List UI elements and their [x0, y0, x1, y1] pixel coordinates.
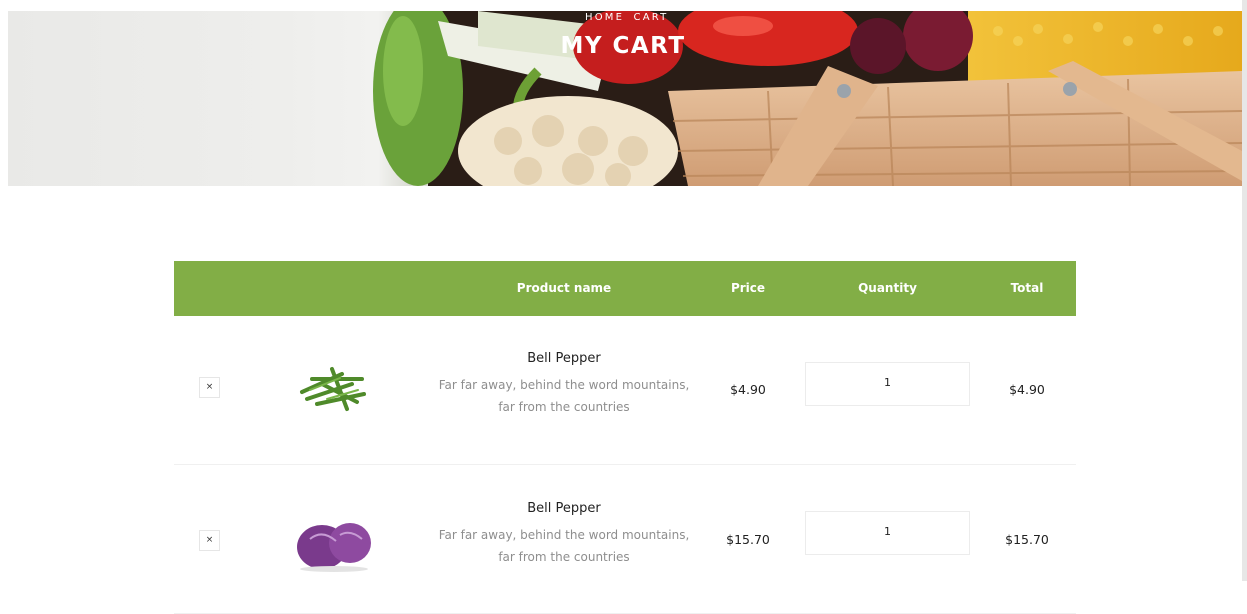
- green-beans-image: [300, 367, 366, 411]
- breadcrumb: HOME CART: [583, 12, 666, 23]
- product-description-line1: Far far away, behind the word mountains,: [438, 378, 690, 392]
- cart-table: Product name Price Quantity Total × Bell…: [174, 261, 1076, 614]
- breadcrumb-cart: CART: [633, 12, 669, 23]
- product-name: Bell Pepper: [527, 351, 601, 366]
- page-scrollbar[interactable]: [1242, 0, 1247, 581]
- scrollbar-thumb[interactable]: [1242, 0, 1247, 581]
- column-header-price: Price: [730, 281, 766, 295]
- product-name: Bell Pepper: [527, 501, 601, 516]
- product-description-line1: Far far away, behind the word mountains,: [438, 528, 690, 542]
- remove-item-button[interactable]: ×: [199, 377, 220, 398]
- table-row: × Bell Pepper Far far away, behind the w…: [174, 316, 1076, 465]
- table-header: Product name Price Quantity Total: [174, 261, 1076, 316]
- product-description-line2: far from the countries: [498, 550, 630, 564]
- product-total: $4.90: [1009, 382, 1045, 397]
- product-total: $15.70: [1005, 532, 1049, 547]
- quantity-input[interactable]: 1: [805, 511, 970, 555]
- page-title: MY CART: [560, 33, 686, 59]
- remove-item-button[interactable]: ×: [199, 530, 220, 551]
- product-price: $4.90: [730, 382, 766, 397]
- column-header-total: Total: [1010, 281, 1044, 295]
- column-header-quantity: Quantity: [858, 281, 917, 295]
- table-row: × Bell Pepper Far far away, behind the w…: [174, 465, 1076, 614]
- product-description-line2: far from the countries: [498, 400, 630, 414]
- hero-text: HOME CART MY CART: [8, 11, 1242, 186]
- breadcrumb-home-link[interactable]: HOME: [585, 12, 624, 23]
- red-cabbage-image: [297, 523, 371, 572]
- column-header-product-name: Product name: [516, 281, 612, 295]
- quantity-input[interactable]: 1: [805, 362, 970, 406]
- product-price: $15.70: [726, 532, 770, 547]
- hero-banner: HOME CART MY CART: [8, 11, 1242, 186]
